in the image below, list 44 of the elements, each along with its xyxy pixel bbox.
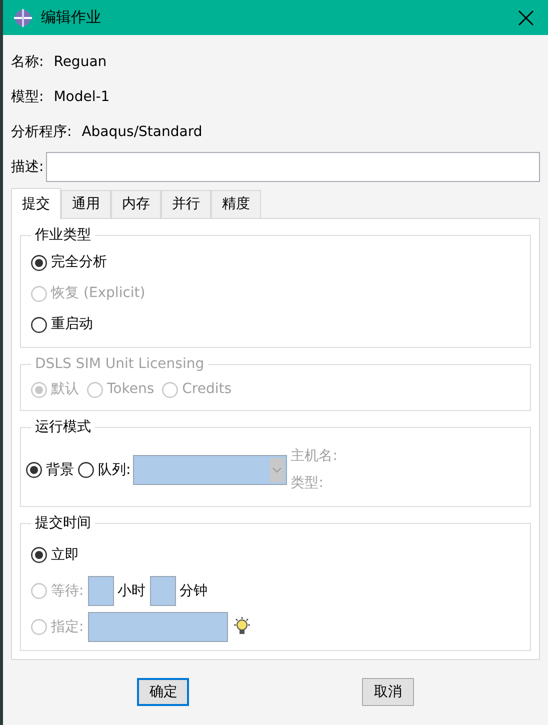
radio-label: 默认 — [51, 380, 79, 399]
radio-label: 队列: — [98, 460, 131, 480]
field-label: 描述: — [11, 158, 44, 176]
unit-label: 分钟 — [180, 582, 208, 600]
lightbulb-icon[interactable] — [232, 617, 252, 637]
chevron-down-icon — [270, 458, 284, 482]
queue-dropdown[interactable] — [132, 455, 287, 485]
tab[interactable]: 内存 — [111, 190, 161, 218]
radio-label: 等待: — [51, 582, 84, 600]
dialog-button[interactable]: 确定 — [137, 678, 190, 706]
dialog-button[interactable]: 取消 — [362, 678, 414, 706]
radio-label: Tokens — [107, 380, 154, 399]
hours-field[interactable] — [88, 576, 114, 606]
field-value: Model-1 — [54, 88, 110, 107]
unit-label: 小时 — [118, 582, 146, 600]
radio-label: 指定: — [51, 618, 84, 636]
radio-button-selected[interactable] — [26, 462, 42, 478]
radio-label: 完全分析 — [51, 253, 107, 272]
radio-label: 恢复 (Explicit) — [51, 284, 146, 303]
tab[interactable]: 并行 — [161, 190, 211, 218]
app-icon — [13, 8, 33, 28]
radio-button[interactable] — [31, 316, 47, 332]
field-label: 名称: — [11, 53, 44, 72]
window-title: 编辑作业 — [41, 7, 101, 28]
field-value: Reguan — [54, 53, 107, 72]
field-value: Abaqus/Standard — [82, 123, 202, 142]
radio-button-selected[interactable] — [31, 547, 47, 563]
radio-button-selected[interactable] — [31, 254, 47, 270]
radio-label: 重启动 — [51, 315, 93, 334]
tab[interactable]: 精度 — [211, 190, 261, 218]
radio-button[interactable] — [78, 462, 94, 478]
description-field[interactable] — [46, 152, 540, 182]
type-label: 类型: — [290, 474, 324, 493]
field-label: 模型: — [11, 88, 44, 107]
radio-label: Credits — [182, 380, 232, 399]
minutes-field[interactable] — [150, 576, 176, 606]
radio-label: 背景 — [46, 460, 74, 480]
tab[interactable]: 提交 — [11, 188, 61, 219]
radio-label: 立即 — [51, 546, 79, 564]
field-label: 分析程序: — [11, 123, 72, 142]
tab[interactable]: 通用 — [61, 190, 111, 218]
host-label: 主机名: — [290, 447, 338, 466]
close-icon[interactable] — [518, 10, 534, 26]
date-field[interactable] — [88, 612, 228, 642]
